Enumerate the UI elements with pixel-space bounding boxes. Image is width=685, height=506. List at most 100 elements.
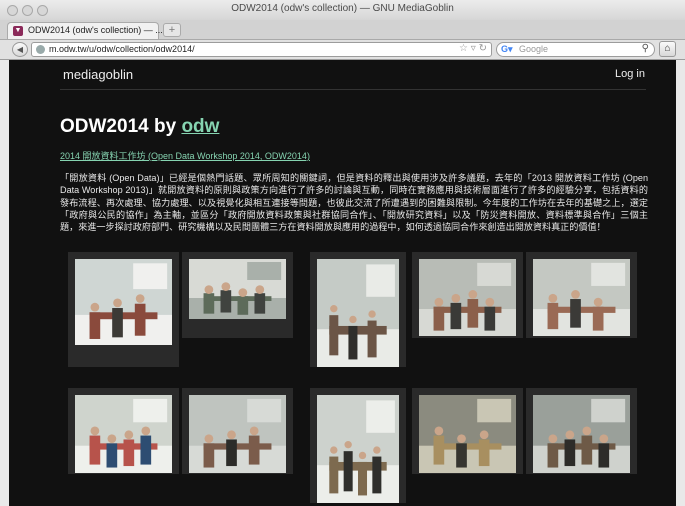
photo-image[interactable] xyxy=(317,259,399,367)
photo-image[interactable] xyxy=(533,259,630,336)
gallery-thumbnail[interactable] xyxy=(182,252,293,338)
google-icon[interactable]: G▾ xyxy=(501,44,515,55)
photo-scene-graphic xyxy=(189,259,286,319)
bookmark-star-icon[interactable]: ☆ xyxy=(459,43,468,54)
photo-person-body xyxy=(598,443,610,468)
url-text[interactable]: m.odw.tw/u/odw/collection/odw2014/ xyxy=(49,44,195,54)
photo-scene-graphic xyxy=(533,259,630,336)
collection-description: 「開放資料 (Open Data)」已經是個熱門話題、眾所周知的關鍵詞，但是資料… xyxy=(60,173,648,233)
photo-person-body xyxy=(134,303,146,336)
site-identity-icon[interactable] xyxy=(36,45,45,54)
photo-person-head xyxy=(255,285,265,294)
photo-person-head xyxy=(330,446,338,454)
owner-link[interactable]: odw xyxy=(181,116,219,137)
gallery-thumbnail[interactable] xyxy=(526,252,637,338)
window-title: ODW2014 (odw's collection) — GNU MediaGo… xyxy=(231,3,454,14)
photo-person-head xyxy=(571,290,580,299)
photo-person-head xyxy=(238,288,248,297)
site-logo[interactable]: mediagoblin xyxy=(63,67,133,82)
gallery-thumbnail[interactable] xyxy=(412,252,523,338)
photo-image[interactable] xyxy=(75,259,172,345)
photo-person-body xyxy=(467,299,479,328)
photo-person-body xyxy=(592,306,604,331)
gallery-thumbnail[interactable] xyxy=(68,252,179,367)
photo-window xyxy=(477,398,512,423)
photo-person-body xyxy=(358,461,368,496)
photo-image[interactable] xyxy=(189,259,286,319)
photo-image[interactable] xyxy=(419,395,516,473)
gallery-thumbnail[interactable] xyxy=(412,388,523,474)
photo-window xyxy=(366,400,395,433)
page-content: mediagoblin Log in ODW2014 by odw 2014 開… xyxy=(9,60,676,506)
photo-person-body xyxy=(367,320,377,358)
photo-gallery xyxy=(60,252,660,506)
gallery-thumbnail[interactable] xyxy=(310,388,406,503)
photo-person-head xyxy=(468,290,478,299)
photo-scene-graphic xyxy=(317,259,399,367)
photo-window xyxy=(591,398,626,423)
photo-person-body xyxy=(433,306,445,331)
photo-person-body xyxy=(433,435,445,465)
photo-person-body xyxy=(564,439,576,467)
photo-person-head xyxy=(349,315,357,324)
photo-person-body xyxy=(203,293,215,314)
photo-person-body xyxy=(343,451,353,492)
photo-image[interactable] xyxy=(533,395,630,473)
photo-window xyxy=(133,398,168,423)
photo-image[interactable] xyxy=(317,395,399,503)
photo-person-body xyxy=(112,308,123,338)
login-link[interactable]: Log in xyxy=(615,68,645,80)
photo-person-head xyxy=(582,426,592,436)
photo-person-body xyxy=(237,296,249,315)
photo-person-body xyxy=(89,435,101,465)
dropdown-arrow-icon[interactable]: ▿ xyxy=(471,43,476,54)
photo-person-head xyxy=(249,426,259,436)
title-bar: ODW2014 (odw's collection) — GNU MediaGo… xyxy=(0,0,685,21)
photo-person-body xyxy=(123,439,135,467)
photo-scene-graphic xyxy=(75,259,172,345)
photo-person-head xyxy=(90,426,100,436)
tab-bar: ▼ ODW2014 (odw's collection) — ... + xyxy=(0,20,685,40)
title-text: ODW2014 by xyxy=(60,116,177,137)
photo-person-head xyxy=(330,304,338,313)
gallery-thumbnail[interactable] xyxy=(310,252,406,367)
photo-image[interactable] xyxy=(419,259,516,336)
photo-person-body xyxy=(581,435,593,465)
photo-person-head xyxy=(135,294,145,303)
address-bar[interactable]: m.odw.tw/u/odw/collection/odw2014/ ☆ ▿ ↻ xyxy=(31,42,492,57)
photo-person-head xyxy=(434,297,444,307)
photo-person-body xyxy=(547,302,559,330)
photo-person-head xyxy=(107,434,117,444)
gallery-thumbnail[interactable] xyxy=(68,388,179,474)
photo-person-head xyxy=(113,298,122,308)
new-tab-button[interactable]: + xyxy=(163,23,181,37)
collection-subtitle-link[interactable]: 2014 開放資料工作坊 (Open Data Workshop 2014, O… xyxy=(60,149,310,162)
photo-person-head xyxy=(124,430,134,440)
photo-image[interactable] xyxy=(75,395,172,473)
home-icon[interactable]: ⌂ xyxy=(659,41,676,57)
photo-person-body xyxy=(254,293,266,314)
back-arrow-icon[interactable]: ◀ xyxy=(12,42,28,57)
search-bar[interactable]: G▾ Google ⚲ xyxy=(496,42,655,57)
photo-scene-graphic xyxy=(419,395,516,473)
photo-person-body xyxy=(329,456,339,494)
photo-person-head xyxy=(227,430,236,440)
browser-window: ODW2014 (odw's collection) — GNU MediaGo… xyxy=(0,0,685,506)
gallery-thumbnail[interactable] xyxy=(526,388,637,474)
navigation-toolbar: ◀ m.odw.tw/u/odw/collection/odw2014/ ☆ ▿… xyxy=(0,40,685,60)
photo-person-body xyxy=(456,443,467,468)
tab-odw2014[interactable]: ▼ ODW2014 (odw's collection) — ... xyxy=(7,22,163,39)
photo-scene-graphic xyxy=(75,395,172,473)
photo-floor xyxy=(533,309,630,336)
gallery-thumbnail[interactable] xyxy=(182,388,293,474)
photo-scene-graphic xyxy=(189,395,286,473)
photo-image[interactable] xyxy=(189,395,286,473)
photo-person-body xyxy=(484,306,496,331)
page-title: ODW2014 by odw xyxy=(60,116,219,138)
photo-person-head xyxy=(373,446,381,454)
photo-window xyxy=(591,262,626,286)
reload-icon[interactable]: ↻ xyxy=(479,43,487,54)
search-icon[interactable]: ⚲ xyxy=(642,43,649,54)
photo-window xyxy=(133,263,168,290)
photo-scene-graphic xyxy=(419,259,516,336)
